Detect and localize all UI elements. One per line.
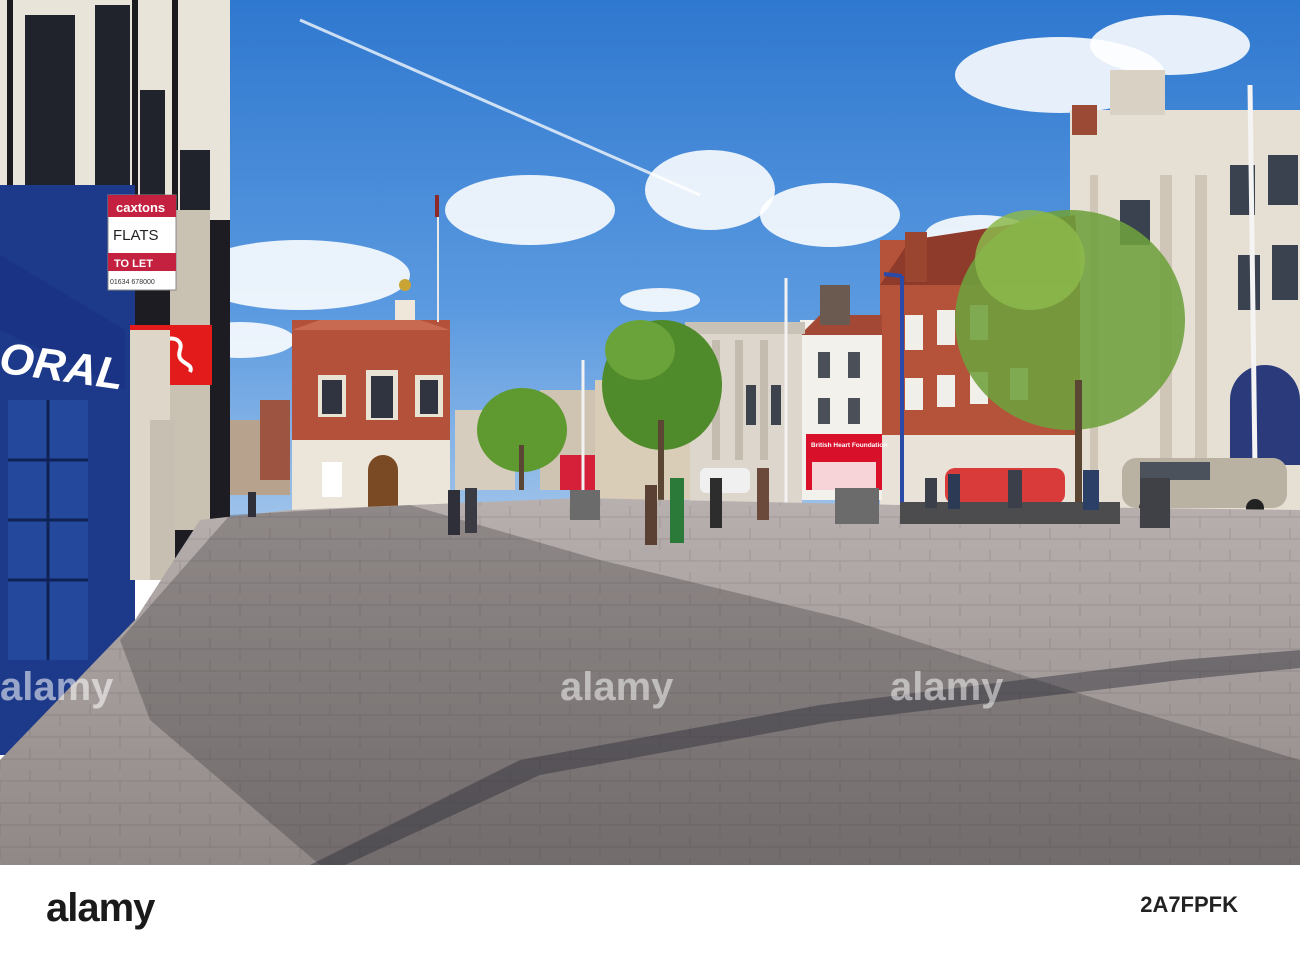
watermark-right: alamy — [890, 665, 1004, 709]
footer-bar — [0, 865, 1300, 955]
watermark-left: alamy — [0, 665, 114, 709]
alamy-logo: alamy — [46, 886, 155, 930]
caxtons-flats-text: FLATS — [113, 227, 159, 244]
white-building — [800, 315, 882, 500]
photo-svg: alamy alamy alamy caxtons FLATS TO LET 0… — [0, 0, 1300, 865]
watermark-center: alamy — [560, 665, 674, 709]
bhf-sign-text: British Heart Foundation — [811, 442, 887, 449]
caxtons-tolet-text: TO LET — [114, 258, 153, 270]
image-id: 2A7FPFK — [1140, 892, 1238, 917]
caxtons-phone-text: 01634 678000 — [110, 279, 155, 286]
scene: alamy alamy alamy caxtons FLATS TO LET 0… — [0, 0, 1300, 955]
town-square-photo: alamy alamy alamy caxtons FLATS TO LET 0… — [0, 0, 1300, 865]
caxtons-brand-text: caxtons — [116, 200, 165, 215]
